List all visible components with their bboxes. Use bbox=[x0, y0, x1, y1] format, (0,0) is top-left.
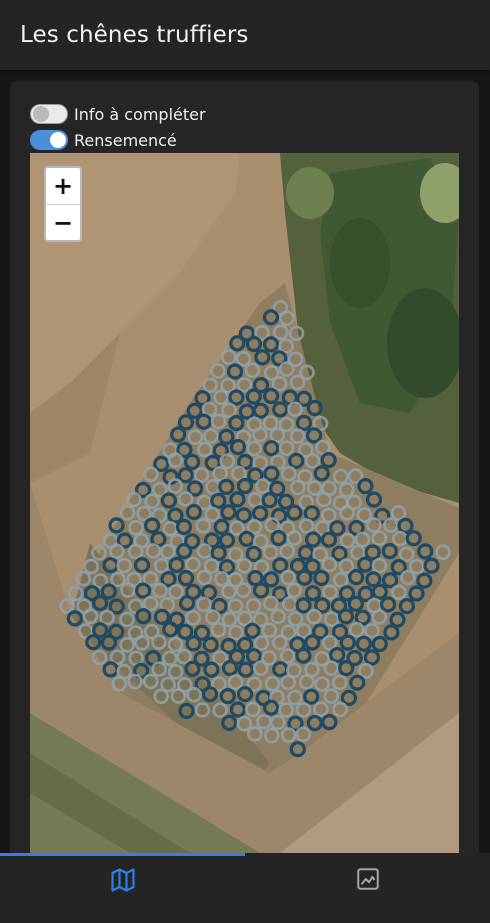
census-toggle-switch[interactable] bbox=[30, 130, 68, 150]
toggle-knob bbox=[33, 106, 49, 122]
info-toggle-switch[interactable] bbox=[30, 104, 68, 124]
zoom-control: + − bbox=[44, 166, 82, 242]
info-toggle-label: Info à compléter bbox=[74, 104, 206, 124]
image-icon bbox=[356, 868, 379, 890]
map-icon bbox=[110, 868, 135, 892]
census-toggle-row[interactable]: Rensemencé bbox=[30, 129, 177, 151]
satellite-map[interactable]: + − bbox=[30, 153, 459, 853]
zoom-in-button[interactable]: + bbox=[46, 168, 80, 205]
tab-map[interactable] bbox=[0, 856, 245, 923]
map-imagery bbox=[30, 153, 459, 853]
zoom-out-button[interactable]: − bbox=[46, 205, 80, 241]
bottom-navigation bbox=[0, 853, 490, 923]
toggle-knob bbox=[50, 132, 66, 148]
tab-gallery[interactable] bbox=[245, 856, 490, 923]
page-title: Les chênes truffiers bbox=[20, 22, 249, 48]
app-header: Les chênes truffiers bbox=[0, 0, 490, 70]
info-toggle-row[interactable]: Info à compléter bbox=[30, 103, 206, 125]
census-toggle-label: Rensemencé bbox=[74, 130, 177, 150]
